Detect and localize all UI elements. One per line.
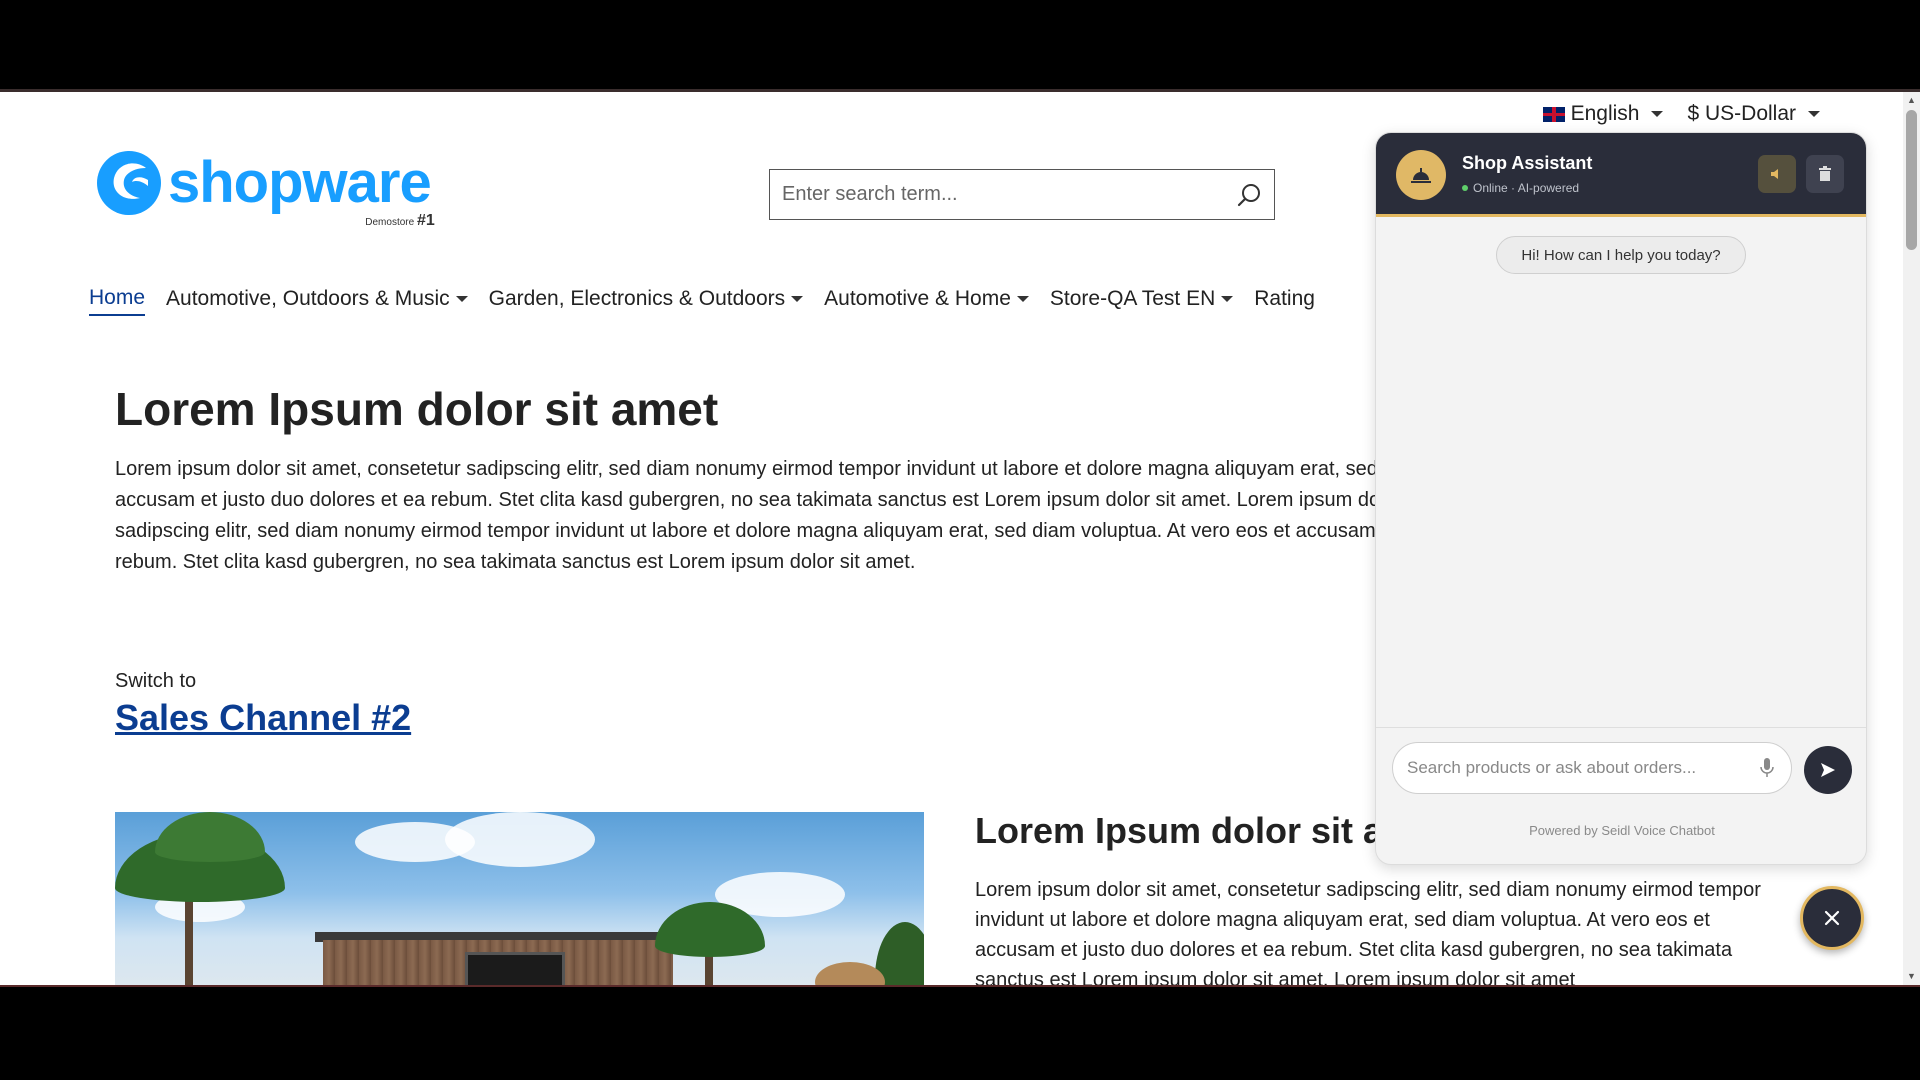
scroll-down-icon[interactable]: ▼ (1903, 968, 1920, 985)
chevron-down-icon (1808, 111, 1820, 117)
nav-item-automotive-home[interactable]: Automotive & Home (824, 286, 1029, 316)
section2-title: Lorem Ipsum dolor sit amet (975, 810, 1375, 851)
sales-channel-link[interactable]: Sales Channel #2 (115, 697, 411, 739)
search-icon[interactable] (1236, 182, 1262, 208)
main-navigation: Home Automotive, Outdoors & Music Garden… (89, 286, 1315, 316)
scroll-thumb[interactable] (1906, 110, 1917, 250)
rock (815, 962, 885, 985)
palm-fronds (155, 812, 265, 862)
paragraph-line: sadipscing elitr, sed diam nonumy eirmod… (115, 520, 1375, 542)
close-chat-button[interactable] (1800, 886, 1864, 950)
nav-item-store-qa-test[interactable]: Store-QA Test EN (1050, 286, 1234, 316)
chat-header: Shop Assistant Online · AI-powered (1376, 133, 1866, 217)
top-bar: English $ US-Dollar (1542, 102, 1820, 126)
chevron-down-icon (1221, 296, 1234, 302)
page-scrollbar[interactable]: ▲ ▼ (1903, 92, 1920, 985)
paragraph-line: rebum. Stet clita kasd gubergren, no sea… (115, 551, 916, 573)
logo-text: shopware (168, 150, 432, 215)
nav-item-garden-electronics-outdoors[interactable]: Garden, Electronics & Outdoors (489, 286, 804, 316)
browser-viewport: English $ US-Dollar shopware Demostore #… (0, 92, 1920, 985)
chat-input-box (1392, 742, 1792, 794)
paragraph-line: Lorem ipsum dolor sit amet, consetetur s… (115, 458, 1375, 480)
clear-chat-button[interactable] (1806, 155, 1844, 193)
bottom-letterbox (0, 985, 1920, 1080)
chevron-down-icon (791, 296, 804, 302)
house-photo (115, 812, 924, 985)
microphone-icon[interactable] (1759, 757, 1775, 779)
shop-logo[interactable]: shopware Demostore #1 (96, 150, 435, 229)
chat-title: Shop Assistant (1462, 153, 1593, 173)
cloud (445, 812, 595, 867)
chat-status: Online · AI-powered (1462, 181, 1579, 195)
currency-dropdown[interactable]: $ US-Dollar (1687, 102, 1820, 126)
page-title: Lorem Ipsum dolor sit amet (115, 383, 719, 435)
close-icon (1824, 910, 1840, 926)
language-dropdown[interactable]: English (1542, 102, 1664, 126)
language-label: English (1570, 102, 1640, 125)
section2-paragraph: Lorem ipsum dolor sit amet, consetetur s… (975, 879, 1761, 985)
nav-item-rating[interactable]: Rating (1254, 286, 1315, 316)
online-dot-icon (1462, 185, 1468, 191)
speaker-button[interactable] (1758, 155, 1796, 193)
shopware-logo-icon (97, 151, 161, 215)
powered-by: Powered by Seidl Voice Chatbot (1529, 823, 1715, 838)
house-window (465, 952, 565, 985)
nav-item-automotive-outdoors-music[interactable]: Automotive, Outdoors & Music (166, 286, 468, 316)
uk-flag-icon (1542, 106, 1565, 122)
paragraph-line: accusam et justo duo dolores et ea rebum… (115, 489, 1375, 511)
chat-input[interactable] (1407, 758, 1759, 778)
search-box (769, 169, 1275, 220)
chevron-down-icon (1651, 111, 1664, 117)
chevron-down-icon (455, 296, 468, 302)
chat-panel: Shop Assistant Online · AI-powered Hi! H… (1375, 132, 1867, 865)
switch-label: Switch to (115, 670, 197, 692)
trash-icon (1819, 166, 1831, 181)
send-button[interactable] (1804, 746, 1852, 794)
bell-service-icon (1396, 150, 1446, 200)
palm-trunk (185, 892, 193, 985)
currency-label: $ US-Dollar (1687, 102, 1796, 125)
bottom-edge-line (0, 985, 1920, 987)
nav-item-home[interactable]: Home (89, 286, 146, 316)
search-input[interactable] (782, 183, 1236, 206)
speaker-icon (1771, 169, 1778, 179)
logo-subtitle: Demostore #1 (365, 212, 435, 229)
greeting-bubble: Hi! How can I help you today? (1496, 236, 1746, 274)
top-letterbox (0, 0, 1920, 92)
intro-paragraph: Lorem ipsum dolor sit amet, consetetur s… (115, 454, 1375, 578)
send-icon (1821, 763, 1835, 777)
scroll-up-icon[interactable]: ▲ (1903, 92, 1920, 109)
chevron-down-icon (1016, 296, 1029, 302)
chat-divider (1376, 727, 1866, 728)
